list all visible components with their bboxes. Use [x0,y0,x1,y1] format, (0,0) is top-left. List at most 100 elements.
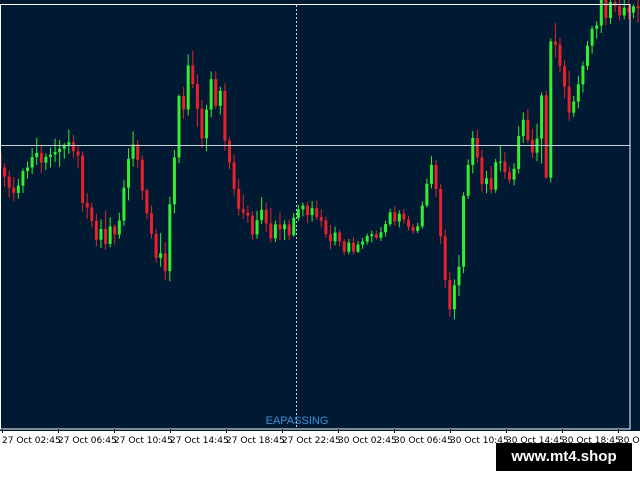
brand-badge: www.mt4.shop [496,443,632,471]
candle-body [384,224,388,233]
candle-body [71,142,75,152]
x-tick-label: 27 Oct 06:45 [58,436,117,446]
candle-body [209,79,213,110]
candle-body [3,167,7,177]
candle-body [448,280,452,310]
x-tick-label: 27 Oct 02:45 [2,436,61,446]
candle-body [540,95,544,139]
candle-body [306,205,310,215]
candle-body [122,187,126,221]
candle-body [475,137,479,158]
bearish-candle [81,151,85,212]
candle-body [361,241,365,245]
candle-body [407,219,411,228]
candle-body [287,224,291,236]
candle-body [186,65,190,110]
candle-body [434,164,438,189]
candle-body [232,162,236,189]
candle-body [429,164,433,184]
bullish-candle [466,159,470,200]
candle-body [81,155,85,203]
candle-body [58,148,62,152]
candle-body [223,90,227,141]
candle-body [521,119,525,137]
candle-body [154,233,158,258]
bearish-candle [443,229,447,288]
candle-body [622,7,626,16]
candle-body [374,234,378,238]
candle-body [48,154,52,157]
candle-body [7,176,11,188]
candle-body [618,5,622,16]
candle-body [104,228,108,244]
candle-body [76,151,80,156]
candle-body [241,208,245,213]
candle-body [218,90,222,106]
candle-body [365,236,369,242]
candle-body [250,215,254,235]
candle-body [53,151,57,155]
candle-body [599,0,603,26]
candle-body [604,0,608,19]
candle-body [85,202,89,208]
candle-body [310,208,314,215]
candle-body [99,228,103,240]
x-tick-label: 27 Oct 18:45 [226,436,285,446]
candle-body [136,144,140,160]
candle-body [319,216,323,221]
candle-body [177,96,181,158]
candle-body [338,232,342,242]
candle-body [44,156,48,163]
candle-body [113,226,117,235]
candle-body [90,207,94,221]
candle-body [416,226,420,231]
candle-body [264,209,268,224]
candle-body [200,108,204,139]
candle-body [420,205,424,227]
candle-body [255,220,259,235]
candle-body [39,152,43,163]
bullish-candle [494,158,498,193]
candle-body [273,224,277,239]
candle-body [393,212,397,222]
candle-body [526,119,530,140]
candle-body [205,109,209,139]
price-chart[interactable]: 27 Oct 02:4527 Oct 06:4527 Oct 10:4527 O… [0,0,640,480]
candle-body [269,223,273,239]
bearish-candle [223,83,227,151]
candle-body [462,195,466,267]
candle-body [425,183,429,206]
candle-body [512,168,516,180]
candle-body [172,157,176,205]
candle-body [503,161,507,173]
candle-body [108,226,112,244]
candle-body [485,178,489,185]
candle-body [517,136,521,169]
candle-body [397,213,401,222]
candle-body [26,167,30,172]
candle-body [411,227,415,231]
candle-body [145,190,149,214]
candle-body [191,65,195,85]
candle-body [246,212,250,216]
candle-body [328,234,332,242]
chart-window[interactable]: 27 Oct 02:45 27 Oct 06:45 27 Oct 10:45 27 O… [0,0,640,480]
candle-body [581,65,585,85]
bearish-candle [544,90,548,179]
candle-body [636,6,640,9]
candle-body [567,86,571,113]
candle-body [388,212,392,225]
candle-body [30,157,34,168]
candle-body [590,28,594,46]
candle-body [494,162,498,190]
x-tick-label: 27 Oct 22:45 [282,436,341,446]
candle-body [576,84,580,102]
candle-body [572,101,576,113]
candle-body [182,96,186,110]
candle-body [480,157,484,185]
candle-body [549,41,553,178]
candle-body [260,209,264,221]
bullish-candle [549,38,553,183]
candle-body [351,242,355,252]
candle-body [347,242,351,252]
